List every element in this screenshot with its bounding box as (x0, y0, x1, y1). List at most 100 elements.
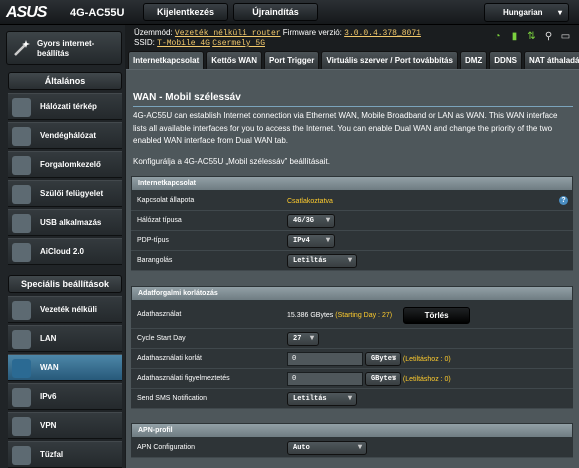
vpn-icon (12, 417, 31, 436)
network-map-icon (12, 98, 31, 117)
apn-config-select[interactable]: Auto (287, 441, 367, 455)
data-usage-note: (Starting Day : 27) (335, 312, 393, 319)
sidebar-item-network-map[interactable]: Hálózati térkép (8, 93, 122, 120)
lan-icon (12, 330, 31, 349)
ipv6-icon (12, 388, 31, 407)
sidebar-item-label: Vendéghálózat (40, 131, 97, 140)
traffic-section-header: Adatforgalmi korlátozás (131, 286, 573, 301)
wireless-icon (12, 301, 31, 320)
pdp-type-select[interactable]: IPv4 (287, 234, 335, 248)
roaming-row: Barangolás Letiltás (131, 251, 573, 271)
network-type-select[interactable]: 4G/3G (287, 214, 335, 228)
delete-button[interactable]: Törlés (403, 307, 471, 324)
sidebar-item-label: Hálózati térkép (40, 102, 97, 111)
advanced-section-title: Speciális beállítások (8, 275, 122, 293)
sidebar-item-parental-control[interactable]: Szülői felügyelet (8, 180, 122, 207)
sidebar-item-wan-globe[interactable]: WAN (8, 354, 122, 381)
sidebar-item-guest-network[interactable]: Vendéghálózat (8, 122, 122, 149)
tab-2[interactable]: Port Trigger (264, 51, 320, 69)
quick-setup-button[interactable]: Gyors internet-beállítás (6, 31, 122, 65)
firmware-link[interactable]: 3.0.0.4.378_8071 (344, 29, 421, 38)
data-limit-input[interactable]: 0 (287, 352, 363, 366)
quick-setup-label: Gyors internet-beállítás (37, 39, 95, 58)
data-warning-row: Adathasználati figyelmeztetés 0 GBytes (… (131, 369, 573, 389)
sms-notification-row: Send SMS Notification Letiltás (131, 389, 573, 409)
connection-status-label: Kapcsolat állapota (137, 197, 195, 204)
sidebar-item-ipv6[interactable]: IPv6 (8, 383, 122, 410)
title-divider (133, 106, 573, 107)
sidebar-item-traffic-manager[interactable]: Forgalomkezelő (8, 151, 122, 178)
signal-status-icon[interactable]: ▮ (509, 32, 520, 42)
status-icons: ◔ ▮ ⇅ ⚲ ▭ (492, 32, 571, 42)
top-bar: ASUS 4G-AC55U Kijelentkezés Újraindítás … (0, 0, 579, 25)
tab-4[interactable]: DMZ (459, 51, 488, 69)
sidebar-item-label: WAN (40, 363, 59, 372)
config-text: Konfigurálja a 4G-AC55U „Mobil szélessáv… (133, 157, 330, 166)
data-limit-row: Adathasználati korlát 0 GBytes (Letiltás… (131, 349, 573, 369)
info-bar: Üzemmód: Vezeték nélküli router Firmware… (130, 25, 579, 49)
wan-globe-icon (12, 359, 31, 378)
sidebar-item-cloud[interactable]: AiCloud 2.0 (8, 238, 122, 265)
page-title: WAN - Mobil szélessáv (133, 92, 241, 103)
sidebar-item-firewall[interactable]: Tűzfal (8, 441, 122, 468)
roaming-label: Barangolás (137, 257, 173, 264)
guest-network-icon (12, 127, 31, 146)
sidebar: Gyors internet-beállítás Általános Hálóz… (0, 25, 125, 468)
magic-wand-icon (14, 40, 30, 56)
connection-status-value: Csatlakoztatva (287, 197, 333, 205)
data-limit-note: (Letiltáshoz : 0) (402, 355, 451, 363)
ssid-label: SSID: (134, 38, 155, 47)
data-warning-input[interactable]: 0 (287, 372, 363, 386)
logout-button[interactable]: Kijelentkezés (143, 3, 228, 21)
mode-label: Üzemmód: (134, 28, 173, 37)
tab-5[interactable]: DDNS (489, 51, 522, 69)
chevron-down-icon: ▾ (557, 8, 562, 17)
cycle-start-select[interactable]: 27 (287, 332, 319, 346)
page-description: 4G-AC55U can establish Internet connecti… (133, 111, 558, 145)
asus-logo: ASUS (6, 4, 47, 21)
sidebar-item-label: IPv6 (40, 392, 57, 401)
usb-icon (12, 214, 31, 233)
language-select[interactable]: Hungarian ▾ (484, 3, 569, 22)
firmware-label: Firmware verzió: (282, 28, 342, 37)
roaming-select[interactable]: Letiltás (287, 254, 357, 268)
data-usage-label: Adathasználat (137, 311, 182, 318)
data-limit-unit-select[interactable]: GBytes (364, 352, 401, 366)
network-type-row: Hálózat típusa 4G/3G (131, 211, 573, 231)
ssid-row: SSID: T-Mobile 4G Csermely 5G (134, 37, 265, 49)
data-limit-label: Adathasználati korlát (137, 355, 202, 362)
tab-1[interactable]: Kettős WAN (206, 51, 263, 69)
sidebar-item-usb[interactable]: USB alkalmazás (8, 209, 122, 236)
pdp-type-label: PDP-típus (137, 237, 169, 244)
reboot-button[interactable]: Újraindítás (233, 3, 318, 21)
data-warning-note: (Letiltáshoz : 0) (402, 375, 451, 383)
ssid-link-1[interactable]: T-Mobile 4G (157, 39, 210, 48)
tab-0[interactable]: Internetkapcsolat (128, 51, 205, 69)
apn-config-row: APN Configuration Auto (131, 438, 573, 458)
usb-status-icon[interactable]: ⚲ (543, 32, 554, 42)
sim-status-icon[interactable]: ▭ (560, 32, 571, 42)
data-warning-unit-select[interactable]: GBytes (364, 372, 401, 386)
cloud-icon (12, 243, 31, 262)
sidebar-item-lan[interactable]: LAN (8, 325, 122, 352)
firewall-icon (12, 446, 31, 465)
sidebar-item-label: LAN (40, 334, 57, 343)
pdp-type-row: PDP-típus IPv4 (131, 231, 573, 251)
tab-3[interactable]: Virtuális szerver / Port továbbítás (321, 51, 458, 69)
ssid-link-2[interactable]: Csermely 5G (212, 39, 265, 48)
sidebar-item-wireless[interactable]: Vezeték nélküli (8, 296, 122, 323)
tab-6[interactable]: NAT áthaladás (523, 51, 579, 69)
connection-status-icon[interactable]: ⇅ (526, 32, 537, 42)
sidebar-item-label: USB alkalmazás (40, 218, 102, 227)
sidebar-item-label: Szülői felügyelet (40, 189, 104, 198)
wifi-status-icon[interactable]: ◔ (492, 32, 503, 42)
apn-section-header: APN-profil (131, 423, 573, 438)
cycle-start-label: Cycle Start Day (137, 335, 186, 342)
sidebar-item-vpn[interactable]: VPN (8, 412, 122, 439)
traffic-manager-icon (12, 156, 31, 175)
cycle-start-row: Cycle Start Day 27 (131, 329, 573, 349)
internet-section-header: Internetkapcsolat (131, 176, 573, 191)
sidebar-item-label: Tűzfal (40, 450, 64, 459)
sms-notification-select[interactable]: Letiltás (287, 392, 357, 406)
help-icon[interactable]: ? (559, 196, 568, 205)
